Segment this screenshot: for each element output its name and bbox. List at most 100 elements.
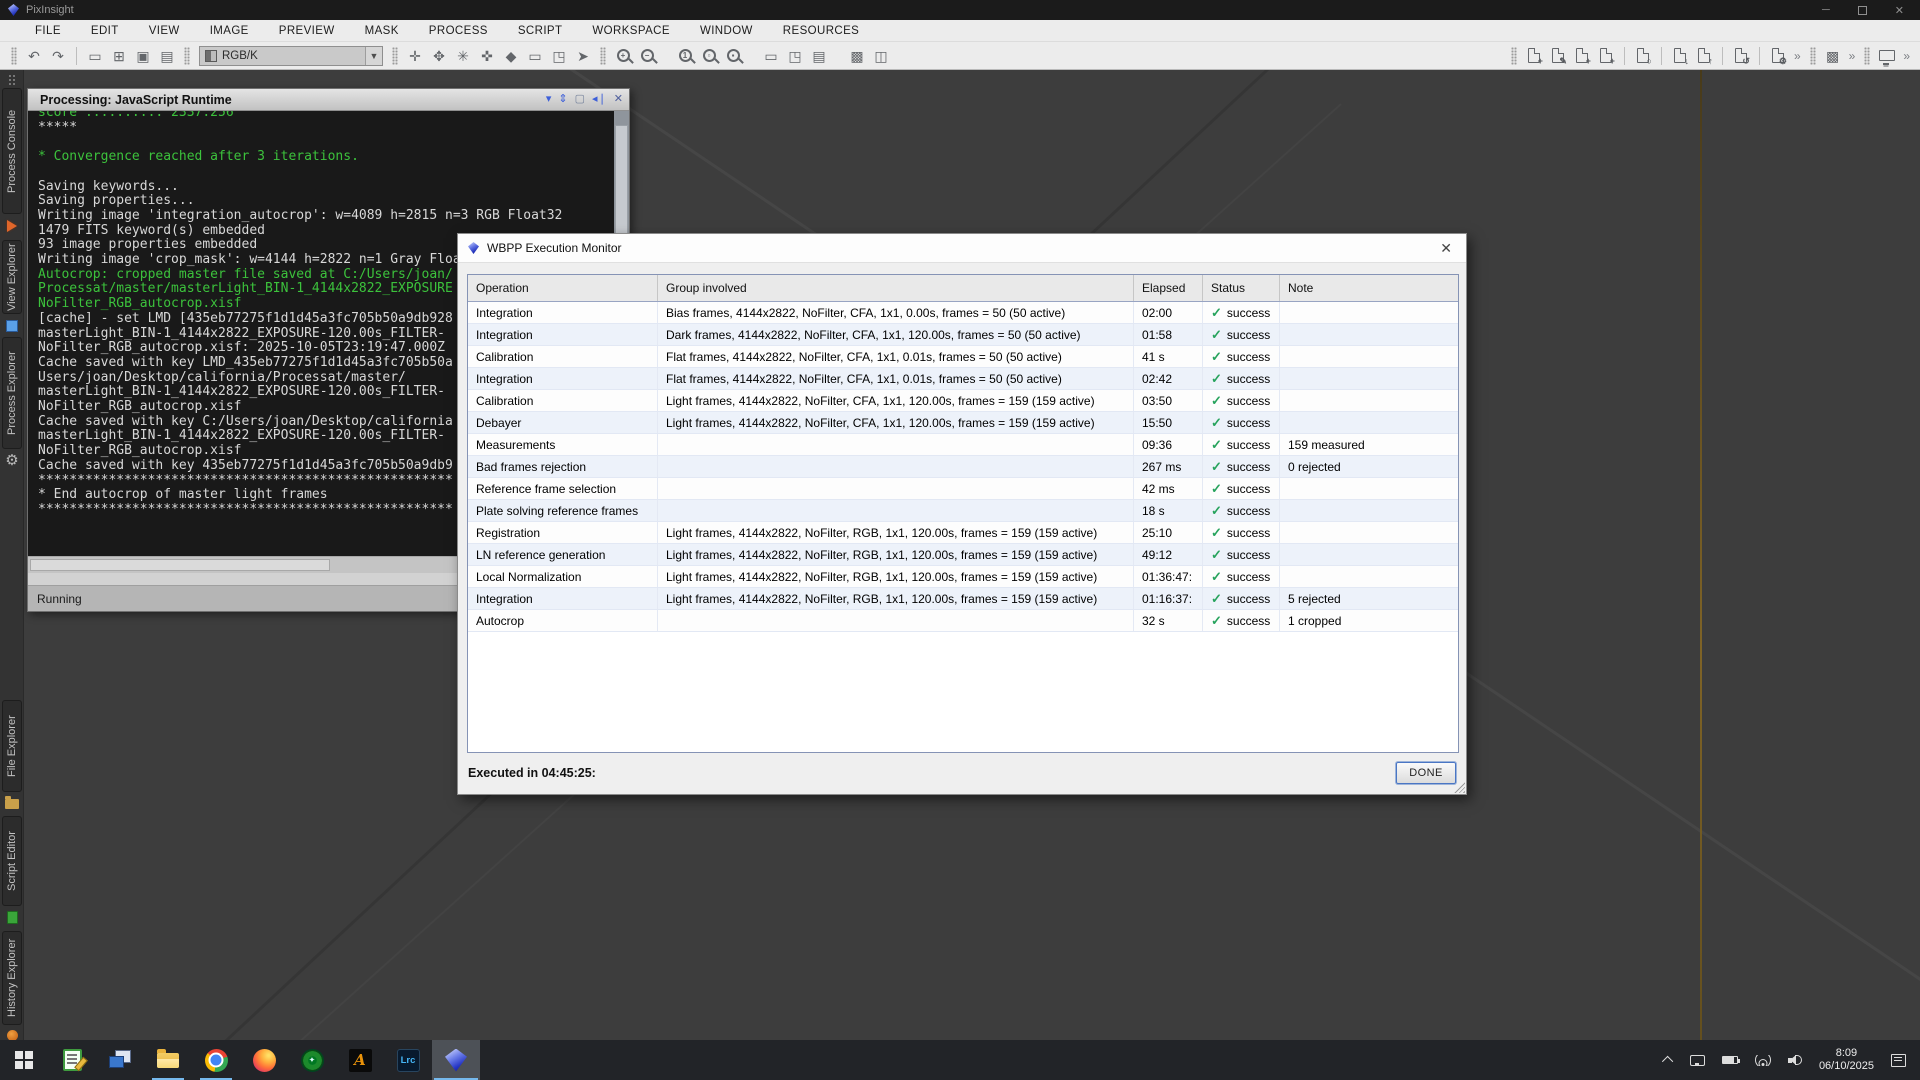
taskbar-astro-app[interactable]: A (336, 1040, 384, 1080)
done-button[interactable]: DONE (1396, 762, 1456, 784)
volume-icon[interactable] (1788, 1054, 1802, 1066)
process-options-icon[interactable]: ⚙ (1766, 45, 1790, 67)
edit-preview-icon[interactable]: ◳ (547, 45, 571, 67)
taskbar-lightroom-classic[interactable]: Lrc (384, 1040, 432, 1080)
table-row[interactable]: Reference frame selection42 ms✓success (468, 478, 1458, 500)
redo-icon[interactable]: ↷ (46, 45, 70, 67)
sidebar-tab-process-explorer[interactable]: Process Explorer (2, 337, 22, 449)
history-explorer-icon[interactable] (3, 1026, 21, 1040)
reset-process-icon[interactable]: ↺ (1729, 45, 1753, 67)
taskbar-remote-desktop[interactable] (96, 1040, 144, 1080)
duplicate-image-icon[interactable]: ▣ (131, 45, 155, 67)
menu-workspace[interactable]: WORKSPACE (577, 25, 685, 37)
menu-window[interactable]: WINDOW (685, 25, 768, 37)
table-row[interactable]: Plate solving reference frames18 s✓succe… (468, 500, 1458, 522)
table-row[interactable]: IntegrationLight frames, 4144x2822, NoFi… (468, 588, 1458, 610)
clock[interactable]: 8:09 06/10/2025 (1819, 1047, 1874, 1073)
console-dock-icon[interactable]: ◂❘ (592, 94, 607, 105)
pan-mode-icon[interactable]: ✥ (427, 45, 451, 67)
new-image-window-icon[interactable]: ⊞ (107, 45, 131, 67)
toolbar-drag-handle[interactable] (1511, 47, 1517, 65)
workspace-pattern-icon[interactable]: ▩ (1821, 45, 1845, 67)
script-editor-icon[interactable] (3, 908, 21, 926)
clone-process-icon[interactable]: + (1570, 45, 1594, 67)
menu-resources[interactable]: RESOURCES (768, 25, 874, 37)
taskbar-notepad[interactable] (48, 1040, 96, 1080)
sidebar-tab-script-editor[interactable]: Script Editor (2, 816, 22, 906)
readout-mode-icon[interactable]: ✛ (403, 45, 427, 67)
console-shade-icon[interactable]: ▢ (575, 94, 585, 105)
table-row[interactable]: IntegrationDark frames, 4144x2822, NoFil… (468, 324, 1458, 346)
maximize-icon[interactable] (1858, 6, 1867, 15)
taskbar-phd2[interactable] (288, 1040, 336, 1080)
process-explorer-icon[interactable]: ⚙ (3, 451, 21, 469)
console-menu-icon[interactable]: ▾ (546, 94, 552, 105)
menu-edit[interactable]: EDIT (76, 25, 134, 37)
load-process-icon[interactable]: ↓ (1668, 45, 1692, 67)
undo-icon[interactable]: ↶ (22, 45, 46, 67)
dialog-titlebar[interactable]: WBPP Execution Monitor ✕ (458, 234, 1466, 263)
minimize-icon[interactable]: ─ (1822, 4, 1830, 16)
center-view-icon[interactable]: ✳ (451, 45, 475, 67)
toolbar-drag-handle[interactable] (600, 47, 606, 65)
toolbar-overflow-icon[interactable]: » (1849, 49, 1856, 63)
zoom-out-icon[interactable]: − (635, 45, 659, 67)
menu-image[interactable]: IMAGE (195, 25, 264, 37)
file-explorer-icon[interactable] (3, 795, 21, 813)
table-row[interactable]: Measurements09:36✓success159 measured (468, 434, 1458, 456)
dropdown-arrow-icon[interactable]: ▼ (365, 47, 382, 65)
sidebar-tab-history-explorer[interactable]: History Explorer (2, 931, 22, 1025)
toolbar-drag-handle[interactable] (1810, 47, 1816, 65)
taskbar-chrome[interactable] (192, 1040, 240, 1080)
table-row[interactable]: Bad frames rejection267 ms✓success0 reje… (468, 456, 1458, 478)
preview-select-icon[interactable]: ◳ (783, 45, 807, 67)
table-row[interactable]: LN reference generationLight frames, 414… (468, 544, 1458, 566)
table-row[interactable]: Autocrop32 s✓success1 cropped (468, 610, 1458, 632)
toolbar-overflow-icon[interactable]: » (1794, 49, 1801, 63)
toolbar-drag-handle[interactable] (184, 47, 190, 65)
battery-icon[interactable] (1722, 1056, 1738, 1064)
tray-expand-icon[interactable] (1662, 1056, 1673, 1067)
table-row[interactable]: DebayerLight frames, 4144x2822, NoFilter… (468, 412, 1458, 434)
rename-view-icon[interactable]: ▭ (83, 45, 107, 67)
start-button[interactable] (0, 1040, 48, 1080)
menu-preview[interactable]: PREVIEW (264, 25, 350, 37)
taskbar-pixinsight[interactable] (432, 1040, 480, 1080)
background-pattern-icon[interactable]: ◫ (869, 45, 893, 67)
close-icon[interactable]: ✕ (1895, 4, 1904, 17)
menu-process[interactable]: PROCESS (414, 25, 503, 37)
sidebar-tab-process-console[interactable]: Process Console (2, 88, 22, 214)
screen-setup-icon[interactable] (1875, 45, 1899, 67)
scrollbar-thumb[interactable] (30, 559, 330, 571)
browse-process-icon[interactable]: ○ (1631, 45, 1655, 67)
menu-script[interactable]: SCRIPT (503, 25, 578, 37)
wifi-icon[interactable] (1755, 1055, 1771, 1066)
toolbar-overflow-icon[interactable]: » (1903, 49, 1910, 63)
action-center-icon[interactable] (1891, 1054, 1906, 1067)
navigator-icon[interactable]: ◆ (499, 45, 523, 67)
dock-drag-handle[interactable] (8, 74, 16, 86)
select-mode-icon[interactable]: ➤ (571, 45, 595, 67)
console-titlebar[interactable]: Processing: JavaScript Runtime ▾⇕▢◂❘✕ (28, 89, 629, 111)
process-console-icon[interactable] (3, 217, 21, 235)
table-row[interactable]: IntegrationBias frames, 4144x2822, NoFil… (468, 302, 1458, 324)
new-process-icon[interactable]: + (1522, 45, 1546, 67)
zoom-fill-icon[interactable]: ▪ (721, 45, 745, 67)
preview-window-icon[interactable]: ▭ (759, 45, 783, 67)
table-row[interactable]: CalibrationFlat frames, 4144x2822, NoFil… (468, 346, 1458, 368)
taskbar-file-explorer[interactable] (144, 1040, 192, 1080)
table-row[interactable]: CalibrationLight frames, 4144x2822, NoFi… (468, 390, 1458, 412)
app-titlebar[interactable]: PixInsight ─ ✕ (0, 0, 1920, 20)
new-preview-icon[interactable]: ▭ (523, 45, 547, 67)
fit-view-icon[interactable]: ✜ (475, 45, 499, 67)
delete-preview-icon[interactable]: ▤ (807, 45, 831, 67)
edit-process-icon[interactable]: ✎ (1546, 45, 1570, 67)
console-close-icon[interactable]: ✕ (614, 94, 623, 105)
channel-selector-combo[interactable]: RGB/K▼ (199, 46, 383, 66)
zoom-1-1-icon[interactable]: 1 (673, 45, 697, 67)
table-row[interactable]: IntegrationFlat frames, 4144x2822, NoFil… (468, 368, 1458, 390)
menu-mask[interactable]: MASK (350, 25, 414, 37)
sidebar-tab-file-explorer[interactable]: File Explorer (2, 700, 22, 792)
view-explorer-icon[interactable] (3, 317, 21, 335)
zoom-in-icon[interactable]: + (611, 45, 635, 67)
